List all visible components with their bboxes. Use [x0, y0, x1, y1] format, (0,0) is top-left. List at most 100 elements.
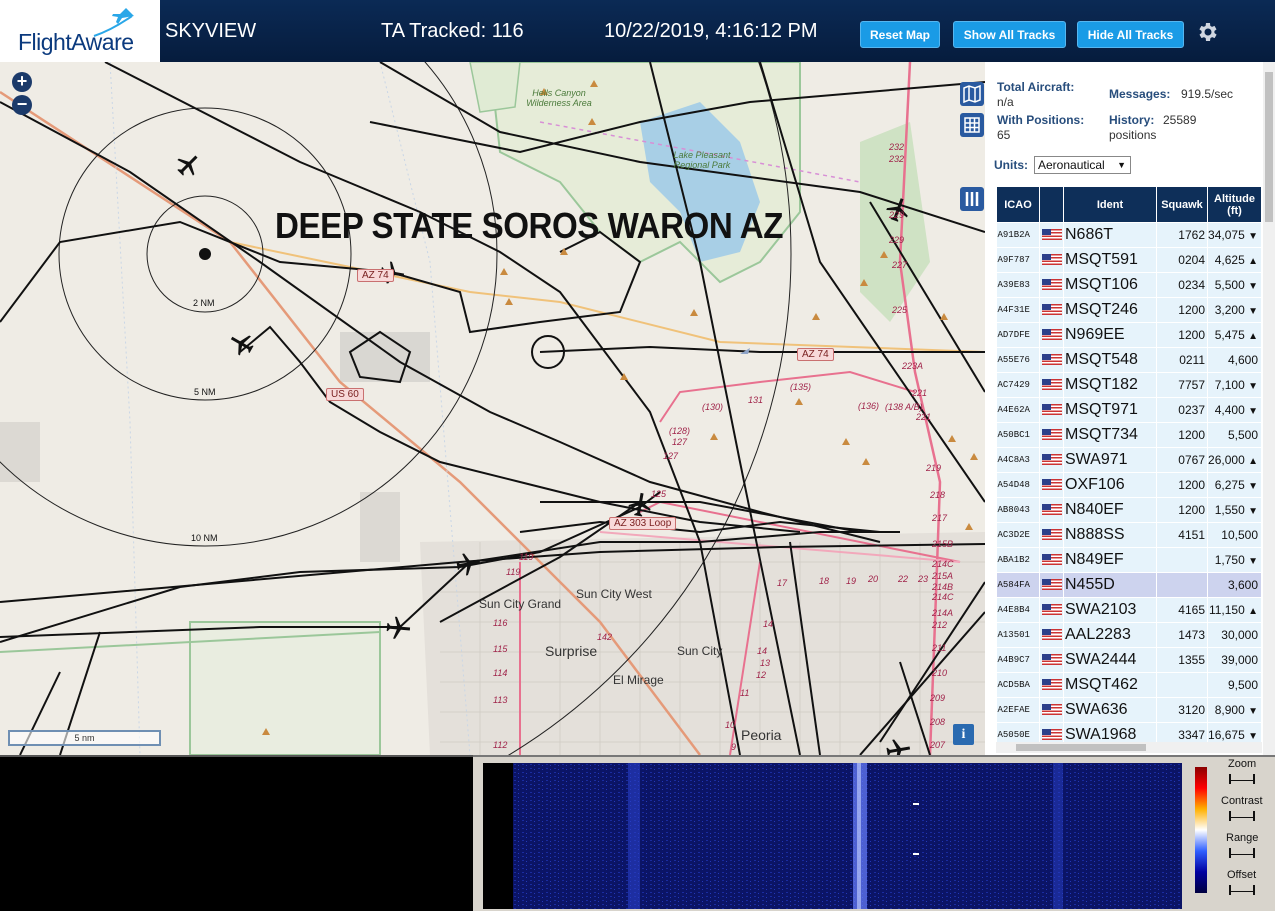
- messages-label: Messages:: [1109, 87, 1171, 101]
- road-number: 229: [889, 210, 905, 220]
- scroll-thumb[interactable]: [1265, 72, 1273, 222]
- aircraft-row[interactable]: A5050E SWA1968 3347 16,675 ▼: [996, 722, 1262, 742]
- altitude-value: 3,200: [1214, 303, 1245, 317]
- contrast-slider[interactable]: [1229, 811, 1255, 821]
- horizontal-scrollbar[interactable]: [996, 742, 1262, 753]
- aircraft-row[interactable]: A4E62A MSQT971 0237 4,400 ▼: [996, 397, 1262, 423]
- flightaware-logo[interactable]: FlightAware: [0, 0, 160, 62]
- us-flag-icon: [1041, 454, 1062, 466]
- zoom-in-button[interactable]: +: [12, 72, 32, 92]
- aircraft-row[interactable]: AC3D2E N888SS 4151 10,500: [996, 522, 1262, 548]
- flag-cell: [1039, 322, 1064, 348]
- aircraft-row[interactable]: AD7DFE N969EE 1200 5,475 ▲: [996, 322, 1262, 348]
- altitude-cell: 1,750 ▼: [1207, 547, 1262, 573]
- aircraft-row[interactable]: A9F787 MSQT591 0204 4,625 ▲: [996, 247, 1262, 273]
- columns-toggle-button[interactable]: [960, 187, 984, 211]
- scroll-thumb[interactable]: [1016, 744, 1146, 751]
- us-flag-icon: [1041, 679, 1062, 691]
- offset-slider[interactable]: [1229, 885, 1255, 895]
- aircraft-row[interactable]: A91B2A N686T 1762 34,075 ▼: [996, 222, 1262, 248]
- show-all-tracks-button[interactable]: Show All Tracks: [953, 21, 1066, 48]
- col-header-squawk[interactable]: Squawk: [1156, 186, 1208, 223]
- vertical-scrollbar[interactable]: [1263, 62, 1275, 755]
- altitude-value: 7,100: [1214, 378, 1245, 392]
- plane-logo-icon: [93, 8, 134, 37]
- icao-cell: A54D48: [996, 472, 1040, 498]
- map-layers-button[interactable]: [960, 82, 984, 106]
- history-label: History:: [1109, 113, 1155, 127]
- bottom-blank-panel: [0, 755, 473, 911]
- aircraft-row[interactable]: A55E76 MSQT548 0211 4,600: [996, 347, 1262, 373]
- map-info-button[interactable]: i: [953, 724, 974, 745]
- ident-cell: N888SS: [1063, 522, 1157, 548]
- us-flag-icon: [1041, 604, 1062, 616]
- road-number: 221: [916, 412, 932, 422]
- zoom-slider[interactable]: [1229, 774, 1255, 784]
- aircraft-row[interactable]: A4C8A3 SWA971 0767 26,000 ▲: [996, 447, 1262, 473]
- chevron-down-icon: ▼: [1117, 160, 1126, 170]
- aircraft-row[interactable]: A4B9C7 SWA2444 1355 39,000: [996, 647, 1262, 673]
- header-bar: FlightAware SKYVIEW TA Tracked: 116 10/2…: [0, 0, 1275, 62]
- altitude-trend-icon: ▼: [1248, 556, 1258, 567]
- altitude-trend-icon: ▲: [1248, 456, 1258, 467]
- road-number: 214C: [932, 592, 954, 602]
- altitude-value: 1,750: [1214, 553, 1245, 567]
- total-aircraft-label: Total Aircraft:: [997, 80, 1075, 94]
- ident-cell: OXF106: [1063, 472, 1157, 498]
- aircraft-row[interactable]: A50BC1 MSQT734 1200 5,500: [996, 422, 1262, 448]
- reset-map-button[interactable]: Reset Map: [860, 21, 940, 48]
- altitude-cell: 5,500 ▼: [1207, 272, 1262, 298]
- with-positions-value: 65: [997, 128, 1011, 142]
- us-flag-icon: [1041, 404, 1062, 416]
- col-header-altitude[interactable]: Altitude (ft): [1207, 186, 1262, 223]
- road-number: 17: [777, 578, 788, 588]
- aircraft-row[interactable]: ACD5BA MSQT462 9,500: [996, 672, 1262, 698]
- gear-icon[interactable]: [1195, 20, 1219, 44]
- messages-value: 919.5/sec: [1181, 87, 1234, 101]
- squawk-cell: 3347: [1156, 722, 1208, 742]
- aircraft-row[interactable]: ABA1B2 N849EF 1,750 ▼: [996, 547, 1262, 573]
- altitude-value: 39,000: [1221, 653, 1258, 667]
- aircraft-row[interactable]: A54D48 OXF106 1200 6,275 ▼: [996, 472, 1262, 498]
- aircraft-row[interactable]: A2EFAE SWA636 3120 8,900 ▼: [996, 697, 1262, 723]
- us-flag-icon: [1041, 479, 1062, 491]
- aircraft-row[interactable]: A584FA N455D 3,600: [996, 572, 1262, 598]
- us-flag-icon: [1041, 354, 1062, 366]
- units-select[interactable]: Aeronautical ▼: [1034, 156, 1131, 174]
- place-peoria: Peoria: [741, 727, 782, 743]
- zoom-out-button[interactable]: −: [12, 95, 32, 115]
- icao-cell: AC7429: [996, 372, 1040, 398]
- altitude-cell: 5,475 ▲: [1207, 322, 1262, 348]
- altitude-value: 26,000: [1208, 453, 1245, 467]
- ident-cell: N840EF: [1063, 497, 1157, 523]
- flag-cell: [1039, 547, 1064, 573]
- aircraft-row[interactable]: AB8043 N840EF 1200 1,550 ▼: [996, 497, 1262, 523]
- aircraft-row[interactable]: A39E83 MSQT106 0234 5,500 ▼: [996, 272, 1262, 298]
- col-header-icao[interactable]: ICAO: [996, 186, 1040, 223]
- flag-cell: [1039, 422, 1064, 448]
- altitude-value: 34,075: [1208, 228, 1245, 242]
- icao-cell: A4F31E: [996, 297, 1040, 323]
- aircraft-row[interactable]: AC7429 MSQT182 7757 7,100 ▼: [996, 372, 1262, 398]
- aircraft-row[interactable]: A13501 AAL2283 1473 30,000: [996, 622, 1262, 648]
- waterfall-display[interactable]: [513, 763, 1182, 909]
- icao-cell: A4C8A3: [996, 447, 1040, 473]
- road-number: 211: [932, 643, 947, 653]
- road-number: 119: [506, 567, 521, 577]
- with-positions-label: With Positions:: [997, 113, 1085, 127]
- road-number: (128): [669, 426, 691, 436]
- road-number: 12: [756, 670, 767, 680]
- aircraft-row[interactable]: A4F31E MSQT246 1200 3,200 ▼: [996, 297, 1262, 323]
- hide-all-tracks-button[interactable]: Hide All Tracks: [1077, 21, 1184, 48]
- map-view[interactable]: + − DEEP STATE SOROS WARON AZ 2 NM 5 NM …: [0, 62, 985, 755]
- aircraft-row[interactable]: A4E8B4 SWA2103 4165 11,150 ▲: [996, 597, 1262, 623]
- altitude-value: 16,675: [1208, 728, 1245, 742]
- range-slider[interactable]: [1229, 848, 1255, 858]
- col-header-flag[interactable]: [1039, 186, 1064, 223]
- altitude-cell: 3,600: [1207, 572, 1262, 598]
- grid-toggle-button[interactable]: [960, 113, 984, 137]
- aircraft-table-container[interactable]: ICAO Ident Squawk Altitude (ft) A91B2A N6…: [996, 186, 1262, 742]
- place-sun-city-grand: Sun City Grand: [479, 597, 562, 611]
- road-number: 10: [725, 720, 736, 730]
- col-header-ident[interactable]: Ident: [1063, 186, 1157, 223]
